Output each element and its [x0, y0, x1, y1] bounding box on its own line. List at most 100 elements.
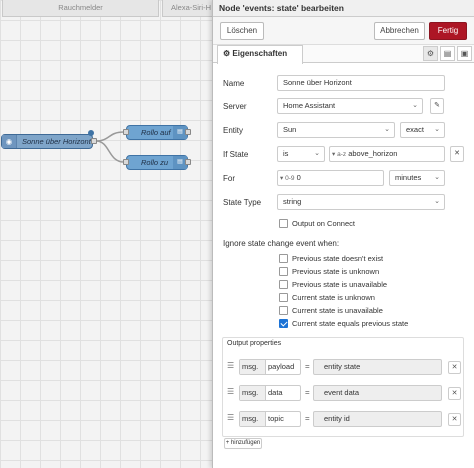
cancel-button[interactable]: Abbrechen — [374, 22, 425, 40]
chevron-down-icon: ⌄ — [314, 150, 320, 157]
property-value: entity id — [324, 414, 350, 423]
flow-canvas[interactable]: Rauchmelder Alexa-Siri-H ◉ Sonne über Ho… — [0, 0, 212, 468]
state-type-select[interactable]: string ⌄ — [277, 194, 445, 210]
chevron-down-icon: ⌄ — [384, 126, 390, 133]
node-output-port[interactable] — [91, 138, 97, 144]
ignore-title: Ignore state change event when: — [223, 239, 340, 248]
gear-icon: ⚙ — [223, 49, 231, 58]
remove-row-button[interactable]: ✕ — [448, 361, 461, 374]
msg-prefix[interactable]: msg. — [240, 360, 266, 374]
node-output-port[interactable] — [185, 129, 191, 135]
add-property-button[interactable]: + hinzufügen — [224, 438, 262, 449]
node-input-port[interactable] — [123, 129, 129, 135]
appearance-tab-icon[interactable]: ▣ — [457, 46, 472, 61]
ignore-prev-not-exist-checkbox[interactable] — [279, 254, 288, 263]
node-output-port[interactable] — [185, 159, 191, 165]
node-label: Sonne über Horizont — [22, 137, 91, 146]
property-input[interactable]: msg. data — [239, 385, 301, 401]
equals-sign: = — [305, 362, 310, 371]
name-label: Name — [223, 79, 245, 88]
server-value: Home Assistant — [283, 101, 336, 110]
msg-prefix[interactable]: msg. — [240, 412, 266, 426]
property-name: topic — [268, 414, 284, 423]
entity-label: Entity — [223, 126, 244, 135]
name-input[interactable]: Sonne über Horizont — [277, 75, 445, 91]
ignore-curr-unavailable-checkbox[interactable] — [279, 306, 288, 315]
edit-server-button[interactable]: ✎ — [430, 98, 444, 114]
for-unit-select[interactable]: minutes ⌄ — [389, 170, 445, 186]
clear-if-state-button[interactable]: ✕ — [450, 146, 464, 162]
rollo-auf-node[interactable]: Rollo auf ▤ — [126, 125, 188, 140]
events-state-node[interactable]: ◉ Sonne über Horizont — [1, 134, 93, 149]
home-assistant-icon: ◉ — [2, 135, 17, 148]
property-value: event data — [324, 388, 360, 397]
tab-properties[interactable]: ⚙ Eigenschaften — [217, 45, 303, 64]
drag-handle-icon[interactable]: ☰ — [227, 387, 234, 396]
output-properties-title: Output properties — [227, 340, 282, 347]
chevron-down-icon: ⌄ — [434, 174, 440, 181]
node-label: Rollo auf — [141, 128, 171, 137]
state-type-value: string — [283, 197, 302, 206]
if-state-value: above_horizon — [348, 149, 398, 158]
ignore-option-label: Current state equals previous state — [292, 319, 409, 328]
editor-title: Node 'events: state' bearbeiten — [213, 0, 474, 17]
ignore-prev-unknown-checkbox[interactable] — [279, 267, 288, 276]
node-label: Rollo zu — [141, 158, 169, 167]
property-input[interactable]: msg. payload — [239, 359, 301, 375]
entity-input[interactable]: Sun ⌄ — [277, 122, 395, 138]
drag-handle-icon[interactable]: ☰ — [227, 413, 234, 422]
property-value-select[interactable]: entity state — [313, 359, 442, 375]
property-value-select[interactable]: event data — [313, 385, 442, 401]
state-type-label: State Type — [223, 198, 262, 207]
server-label: Server — [223, 102, 247, 111]
node-input-port[interactable] — [123, 159, 129, 165]
equals-sign: = — [305, 388, 310, 397]
ignore-prev-unavailable-checkbox[interactable] — [279, 280, 288, 289]
ignore-option-label: Previous state is unavailable — [292, 280, 388, 289]
output-on-connect-checkbox[interactable] — [279, 219, 288, 228]
ignore-option-label: Previous state doesn't exist — [292, 254, 384, 263]
for-value: 0 — [296, 173, 301, 182]
ignore-equals-previous-checkbox[interactable] — [279, 319, 288, 328]
ignore-option-label: Current state is unavailable — [292, 306, 383, 315]
equals-sign: = — [305, 414, 310, 423]
property-input[interactable]: msg. topic — [239, 411, 301, 427]
remove-row-button[interactable]: ✕ — [448, 387, 461, 400]
drag-handle-icon[interactable]: ☰ — [227, 361, 234, 370]
flow-wires — [95, 131, 125, 163]
msg-prefix[interactable]: msg. — [240, 386, 266, 400]
ignore-curr-unknown-checkbox[interactable] — [279, 293, 288, 302]
chevron-down-icon: ⌄ — [412, 102, 418, 109]
server-select[interactable]: Home Assistant ⌄ — [277, 98, 423, 114]
close-icon: ✕ — [451, 416, 458, 423]
description-tab-icon[interactable]: ▤ — [440, 46, 455, 61]
close-icon: ✕ — [451, 390, 458, 397]
editor-toolbar: Löschen Abbrechen Fertig — [213, 17, 474, 45]
entity-match-value: exact — [406, 125, 424, 134]
ignore-option-label: Current state is unknown — [292, 293, 375, 302]
for-input[interactable]: ▾ 0-9 0 — [277, 170, 384, 186]
number-type-icon[interactable]: ▾ 0-9 — [280, 175, 294, 182]
if-state-input[interactable]: ▾ a-z above_horizon — [329, 146, 445, 162]
rollo-zu-node[interactable]: Rollo zu ▤ — [126, 155, 188, 170]
for-label: For — [223, 174, 235, 183]
if-state-label: If State — [223, 150, 249, 159]
entity-match-select[interactable]: exact ⌄ — [400, 122, 445, 138]
settings-tab-icon[interactable]: ⚙ — [423, 46, 438, 61]
property-name: data — [268, 388, 283, 397]
close-icon: ✕ — [454, 150, 460, 157]
delete-button[interactable]: Löschen — [220, 22, 264, 40]
done-button[interactable]: Fertig — [429, 22, 467, 40]
output-properties-box: Output properties ☰ msg. payload = entit… — [222, 337, 464, 437]
property-name: payload — [268, 362, 295, 371]
close-icon: ✕ — [451, 364, 458, 371]
remove-row-button[interactable]: ✕ — [448, 413, 461, 426]
node-changed-indicator — [88, 130, 94, 136]
if-state-operator-select[interactable]: is ⌄ — [277, 146, 325, 162]
tab-properties-label: Eigenschaften — [232, 49, 288, 58]
if-state-operator-value: is — [283, 149, 289, 158]
chevron-down-icon: ⌄ — [434, 126, 440, 133]
property-value-select[interactable]: entity id — [313, 411, 442, 427]
string-type-icon[interactable]: ▾ a-z — [332, 151, 346, 158]
entity-value: Sun — [283, 125, 297, 134]
